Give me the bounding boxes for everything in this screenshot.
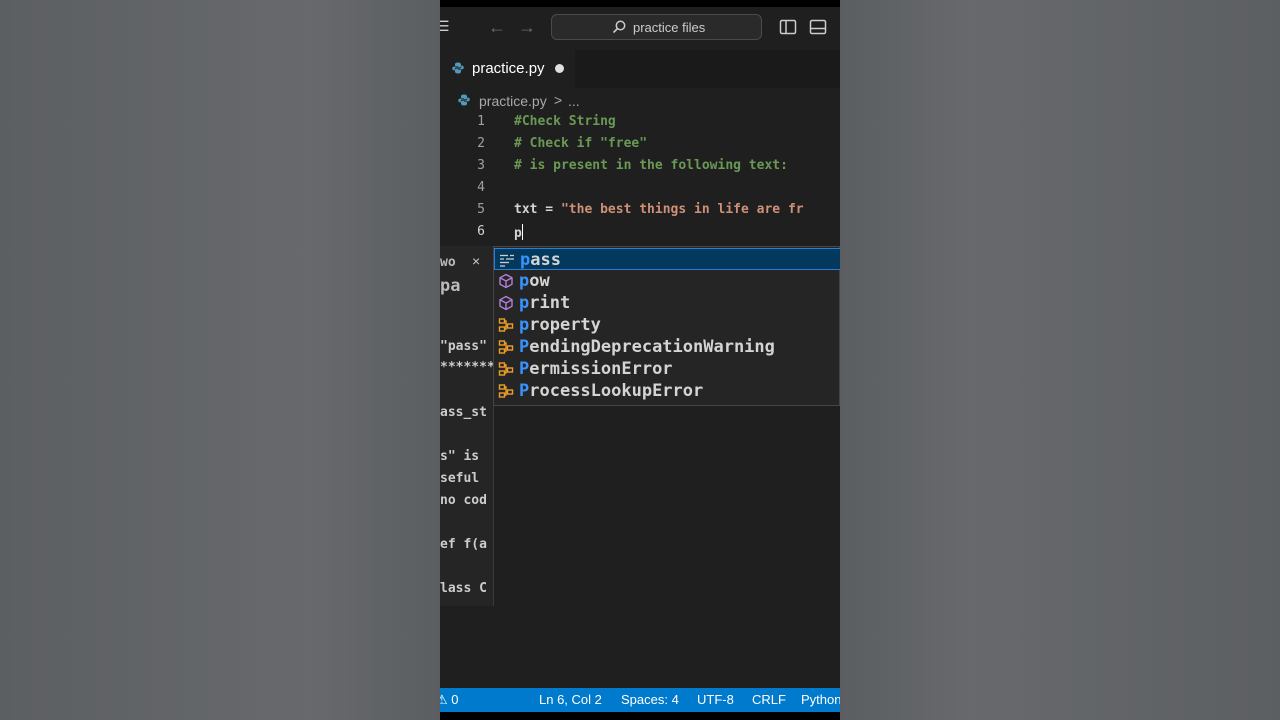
editor-window: ☰ ← → practice files practice.py practic… bbox=[440, 0, 840, 720]
suggestion-match: P bbox=[519, 381, 530, 401]
suggestion-match: p bbox=[519, 293, 530, 313]
suggestion-rest: ow bbox=[529, 271, 550, 291]
suggestion-match: p bbox=[519, 315, 530, 335]
breadcrumb-symbols[interactable]: ... bbox=[568, 93, 580, 109]
string-literal: "the best things in life are fr bbox=[560, 202, 804, 217]
doc-text: pa bbox=[440, 276, 461, 296]
forward-arrow-icon[interactable]: → bbox=[518, 17, 536, 38]
suggestion-label: pow bbox=[519, 271, 550, 291]
doc-text: s" is bbox=[440, 449, 480, 464]
line-content: #Check String bbox=[514, 114, 616, 129]
right-background bbox=[840, 0, 1280, 720]
toggle-panel-icon[interactable] bbox=[809, 18, 827, 36]
menu-icon[interactable]: ☰ bbox=[440, 19, 451, 33]
tab-practice-py[interactable]: practice.py bbox=[440, 50, 575, 88]
suggestion-match: p bbox=[520, 250, 531, 270]
suggestion-label: property bbox=[519, 315, 601, 335]
variable-assignment: txt = bbox=[514, 202, 561, 217]
status-bar: ⚠ 0 Ln 6, Col 2 Spaces: 4 UTF-8 CRLF Pyt… bbox=[440, 688, 840, 712]
suggestion-rest: rint bbox=[529, 293, 571, 313]
python-file-icon bbox=[452, 62, 464, 74]
title-bar: ☰ ← → practice files bbox=[440, 0, 840, 56]
line-number: 5 bbox=[477, 202, 485, 217]
suggestion-rest: ass bbox=[530, 250, 561, 270]
suggestion-rest: ermissionError bbox=[529, 359, 673, 379]
suggestion-item-property[interactable]: property bbox=[494, 314, 840, 336]
suggestion-label: ProcessLookupError bbox=[519, 381, 703, 401]
function-cube-icon bbox=[499, 295, 513, 311]
doc-text: no cod bbox=[440, 493, 487, 508]
suggestion-item-pow[interactable]: pow bbox=[494, 270, 840, 292]
line-content: # is present in the following text: bbox=[514, 158, 788, 173]
line-number: 4 bbox=[477, 180, 485, 195]
class-icon bbox=[498, 362, 514, 376]
indentation[interactable]: Spaces: 4 bbox=[621, 692, 679, 707]
doc-text: ef f(a bbox=[440, 537, 487, 552]
breadcrumb-file[interactable]: practice.py bbox=[479, 93, 547, 109]
breadcrumb-separator: > bbox=[554, 92, 563, 108]
suggestion-item-permissionerror[interactable]: PermissionError bbox=[494, 358, 840, 380]
function-cube-icon bbox=[499, 273, 513, 289]
line-content: p bbox=[514, 224, 523, 241]
line-number: 1 bbox=[477, 114, 485, 129]
bottom-strip bbox=[440, 712, 840, 720]
suggestion-match: p bbox=[519, 271, 530, 291]
suggestion-match: P bbox=[519, 359, 530, 379]
suggestion-label: PendingDeprecationWarning bbox=[519, 337, 775, 357]
suggestion-label: print bbox=[519, 293, 570, 313]
encoding[interactable]: UTF-8 bbox=[697, 692, 734, 707]
suggestion-match: P bbox=[519, 337, 530, 357]
suggestion-label: pass bbox=[520, 250, 561, 270]
command-center-search[interactable]: practice files bbox=[551, 14, 762, 40]
line-content: # Check if "free" bbox=[514, 136, 648, 151]
suggestion-rest: rocessLookupError bbox=[529, 381, 704, 401]
python-file-icon bbox=[458, 94, 470, 106]
suggestion-details-panel: wo × pa "pass" ******* ass_st s" is sefu… bbox=[440, 246, 495, 606]
back-arrow-icon[interactable]: ← bbox=[488, 17, 506, 38]
suggestion-widget: pass pow print property PendingDeprecati… bbox=[493, 246, 840, 406]
line-number: 6 bbox=[477, 224, 485, 239]
class-icon bbox=[498, 384, 514, 398]
suggestion-item-pass[interactable]: pass bbox=[494, 248, 840, 270]
text-cursor bbox=[521, 224, 523, 240]
tab-label: practice.py bbox=[472, 60, 545, 77]
suggestion-item-processlookuperror[interactable]: ProcessLookupError bbox=[494, 380, 840, 402]
suggestion-rest: roperty bbox=[529, 315, 601, 335]
search-text: practice files bbox=[633, 20, 706, 35]
keyword-icon bbox=[500, 254, 514, 267]
line-number: 2 bbox=[477, 136, 485, 151]
left-background bbox=[0, 0, 440, 720]
close-icon[interactable]: × bbox=[472, 253, 480, 269]
suggestion-rest: endingDeprecationWarning bbox=[529, 337, 775, 357]
cursor-position[interactable]: Ln 6, Col 2 bbox=[539, 692, 602, 707]
doc-text: wo bbox=[440, 255, 456, 270]
class-icon bbox=[498, 318, 514, 332]
doc-text: ass_st bbox=[440, 405, 487, 420]
line-content: txt = "the best things in life are fr bbox=[514, 202, 804, 217]
doc-text: ******* bbox=[440, 360, 495, 375]
doc-text: "pass" bbox=[440, 339, 487, 354]
doc-text: lass C bbox=[440, 581, 487, 596]
top-strip bbox=[440, 0, 840, 7]
search-icon bbox=[612, 20, 626, 34]
problems-indicator[interactable]: ⚠ 0 bbox=[440, 692, 459, 708]
suggestion-label: PermissionError bbox=[519, 359, 673, 379]
typed-text: p bbox=[514, 226, 522, 241]
breadcrumb: practice.py > ... bbox=[440, 88, 840, 112]
doc-text: seful bbox=[440, 471, 480, 486]
line-number: 3 bbox=[477, 158, 485, 173]
suggestion-item-pendingdeprecationwarning[interactable]: PendingDeprecationWarning bbox=[494, 336, 840, 358]
language-mode[interactable]: Python bbox=[801, 692, 840, 707]
class-icon bbox=[498, 340, 514, 354]
tab-bar: practice.py bbox=[440, 50, 840, 88]
line-ending[interactable]: CRLF bbox=[752, 692, 786, 707]
toggle-sidebar-icon[interactable] bbox=[779, 18, 797, 36]
unsaved-dot-icon[interactable] bbox=[555, 64, 564, 73]
suggestion-item-print[interactable]: print bbox=[494, 292, 840, 314]
